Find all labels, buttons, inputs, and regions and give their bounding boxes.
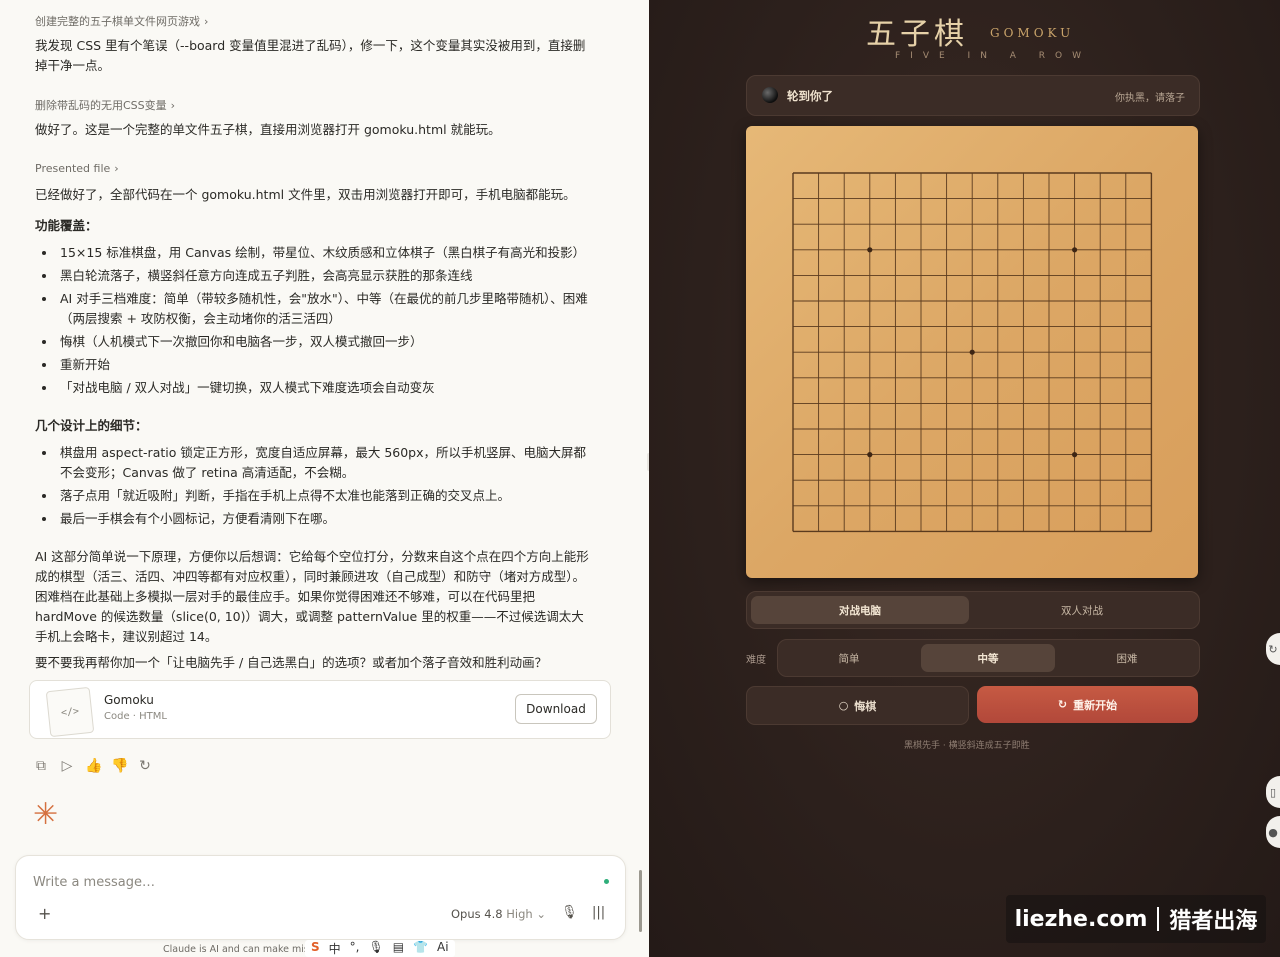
- gomoku-board[interactable]: [746, 126, 1198, 578]
- step-label: Presented file: [35, 162, 111, 175]
- difficulty-hard[interactable]: 困难: [1060, 644, 1194, 672]
- list-item: 15×15 标准棋盘，用 Canvas 绘制，带星位、木纹质感和立体棋子（黑白棋…: [40, 243, 590, 263]
- disclaimer: Claude is AI and can make mist: [163, 944, 313, 955]
- message-paragraph: 做好了。这是一个完整的单文件五子棋，直接用浏览器打开 gomoku.html 就…: [35, 122, 501, 137]
- difficulty-switch: 简单 中等 困难: [777, 639, 1200, 677]
- list-item: AI 对手三档难度：简单（带较多随机性，会"放水"）、中等（在最优的前几步里略带…: [40, 289, 590, 329]
- difficulty-easy[interactable]: 简单: [782, 644, 916, 672]
- list-item: 棋盘用 aspect-ratio 锁定正方形，宽度自适应屏幕，最大 560px，…: [40, 443, 590, 483]
- thumbs-down-icon[interactable]: 👎: [111, 758, 128, 774]
- rule-hint: 黑棋先手 · 横竖斜连成五子即胜: [904, 741, 1030, 751]
- voice-mode-icon[interactable]: |||: [592, 905, 605, 920]
- model-selector[interactable]: Opus 4.8 High ⌄: [451, 907, 546, 921]
- watermark-domain: liezhe.com: [1014, 906, 1148, 932]
- ime-toolbar[interactable]: S 中 °, 🎙 ▤ 👕 Ai: [305, 940, 455, 957]
- step-link-2[interactable]: 删除带乱码的无用CSS变量 ›: [35, 97, 175, 113]
- status-bar: 轮到你了 你执黑，请落子: [746, 75, 1200, 116]
- message-paragraph: 我发现 CSS 里有个笔误（--board 变量值里混进了乱码），修一下，这个变…: [35, 38, 586, 73]
- list-item: 重新开始: [40, 355, 590, 375]
- difficulty-label: 难度: [746, 655, 766, 666]
- list-item: 最后一手棋会有个小圆标记，方便看清刚下在哪。: [40, 509, 590, 529]
- microphone-icon[interactable]: 🎙: [561, 905, 578, 920]
- code-file-icon: </>: [45, 686, 95, 738]
- file-card[interactable]: </> Gomoku Code · HTML Download: [29, 680, 611, 739]
- status-dot-icon: [604, 879, 609, 884]
- watermark-divider: [1157, 907, 1160, 931]
- ime-item[interactable]: 🎙: [369, 940, 384, 957]
- chevron-right-icon: ›: [204, 15, 209, 28]
- model-name: Opus 4.8: [451, 907, 503, 921]
- message-paragraph: AI 这部分简单说一下原理，方便你以后想调：它给每个空位打分，分数来自这个点在四…: [35, 549, 589, 644]
- list-item: 落子点用「就近吸附」判断，手指在手机上点得不太准也能落到正确的交叉点上。: [40, 486, 590, 506]
- ime-item[interactable]: ▤: [393, 940, 404, 957]
- step-label: 删除带乱码的无用CSS变量: [35, 99, 167, 112]
- undo-icon: ○: [838, 699, 849, 712]
- restart-label: 重新开始: [1073, 698, 1118, 712]
- game-preview: 五子棋 GOMOKU FIVE IN A ROW 轮到你了 你执黑，请落子 对战…: [649, 0, 1280, 957]
- scrollbar[interactable]: [639, 870, 642, 932]
- message-composer[interactable]: Write a message… + Opus 4.8 High ⌄ 🎙 |||: [15, 855, 626, 940]
- download-button[interactable]: Download: [515, 694, 597, 724]
- ime-item[interactable]: Ai: [437, 940, 449, 957]
- mode-two-player[interactable]: 双人对战: [973, 596, 1191, 624]
- chevron-right-icon: ›: [170, 99, 176, 112]
- step-link-1[interactable]: 创建完整的五子棋单文件网页游戏 ›: [35, 13, 208, 29]
- chat-pane: 创建完整的五子棋单文件网页游戏 › 我发现 CSS 里有个笔误（--board 变…: [0, 0, 649, 957]
- list-item: 悔棋（人机模式下一次撤回你和电脑各一步，双人模式撤回一步）: [40, 332, 590, 352]
- mode-switch: 对战电脑 双人对战: [746, 591, 1200, 629]
- retry-icon[interactable]: ↻: [137, 758, 153, 774]
- undo-button[interactable]: ○ 悔棋: [746, 686, 969, 725]
- chevron-down-icon: ⌄: [536, 907, 546, 921]
- ime-item[interactable]: °,: [350, 940, 360, 957]
- refresh-icon: ↻: [1057, 698, 1068, 711]
- list-item: 黑白轮流落子，横竖斜任意方向连成五子判胜，会高亮显示获胜的那条连线: [40, 266, 590, 286]
- effort-level: High: [506, 907, 533, 921]
- difficulty-medium[interactable]: 中等: [921, 644, 1055, 672]
- message-input[interactable]: Write a message…: [33, 875, 155, 890]
- player-hint: 你执黑，请落子: [1115, 93, 1185, 104]
- star-point: [1072, 247, 1078, 253]
- list-item: 「对战电脑 / 双人对战」一键切换，双人模式下难度选项会自动变灰: [40, 378, 590, 398]
- sogou-icon[interactable]: S: [311, 940, 320, 957]
- features-list: 15×15 标准棋盘，用 Canvas 绘制，带星位、木纹质感和立体棋子（黑白棋…: [40, 243, 590, 401]
- game-tagline: FIVE IN A ROW: [895, 51, 1092, 61]
- features-heading: 功能覆盖：: [35, 218, 98, 233]
- thumbs-up-icon[interactable]: 👍: [85, 758, 102, 774]
- watermark-brand: 猎者出海: [1169, 909, 1258, 934]
- game-title: 五子棋: [866, 17, 968, 52]
- undo-label: 悔棋: [854, 699, 877, 713]
- step-link-3[interactable]: Presented file ›: [35, 162, 119, 175]
- restart-button[interactable]: ↻ 重新开始: [977, 686, 1198, 723]
- mode-vs-computer[interactable]: 对战电脑: [751, 596, 969, 624]
- copy-icon[interactable]: ⧉: [33, 758, 49, 774]
- star-point: [1072, 452, 1078, 458]
- chevron-right-icon: ›: [114, 162, 119, 175]
- watermark: liezhe.com 猎者出海: [1006, 895, 1266, 943]
- file-name: Gomoku: [104, 693, 154, 707]
- black-stone-icon: [762, 87, 778, 103]
- play-icon[interactable]: ▷: [59, 758, 75, 774]
- add-attachment-icon[interactable]: +: [38, 904, 51, 923]
- star-point: [867, 452, 873, 458]
- details-heading: 几个设计上的细节：: [35, 418, 148, 433]
- followup-question: 要不要我再帮你加一个「让电脑先手 / 自己选黑白」的选项？或者加个落子音效和胜利…: [35, 655, 548, 670]
- game-title-en: GOMOKU: [990, 26, 1075, 40]
- board-grid[interactable]: [746, 126, 1198, 578]
- step-label: 创建完整的五子棋单文件网页游戏: [35, 15, 200, 28]
- turn-status: 轮到你了: [787, 89, 833, 103]
- details-list: 棋盘用 aspect-ratio 锁定正方形，宽度自适应屏幕，最大 560px，…: [40, 443, 590, 532]
- star-point: [867, 247, 873, 253]
- star-point: [969, 349, 975, 355]
- file-meta: Code · HTML: [104, 711, 167, 722]
- claude-logo-icon: ✳: [33, 797, 59, 832]
- message-paragraph: 已经做好了，全部代码在一个 gomoku.html 文件里，双击用浏览器打开即可…: [35, 187, 576, 202]
- ime-item[interactable]: 👕: [413, 940, 428, 957]
- ime-item[interactable]: 中: [329, 940, 341, 957]
